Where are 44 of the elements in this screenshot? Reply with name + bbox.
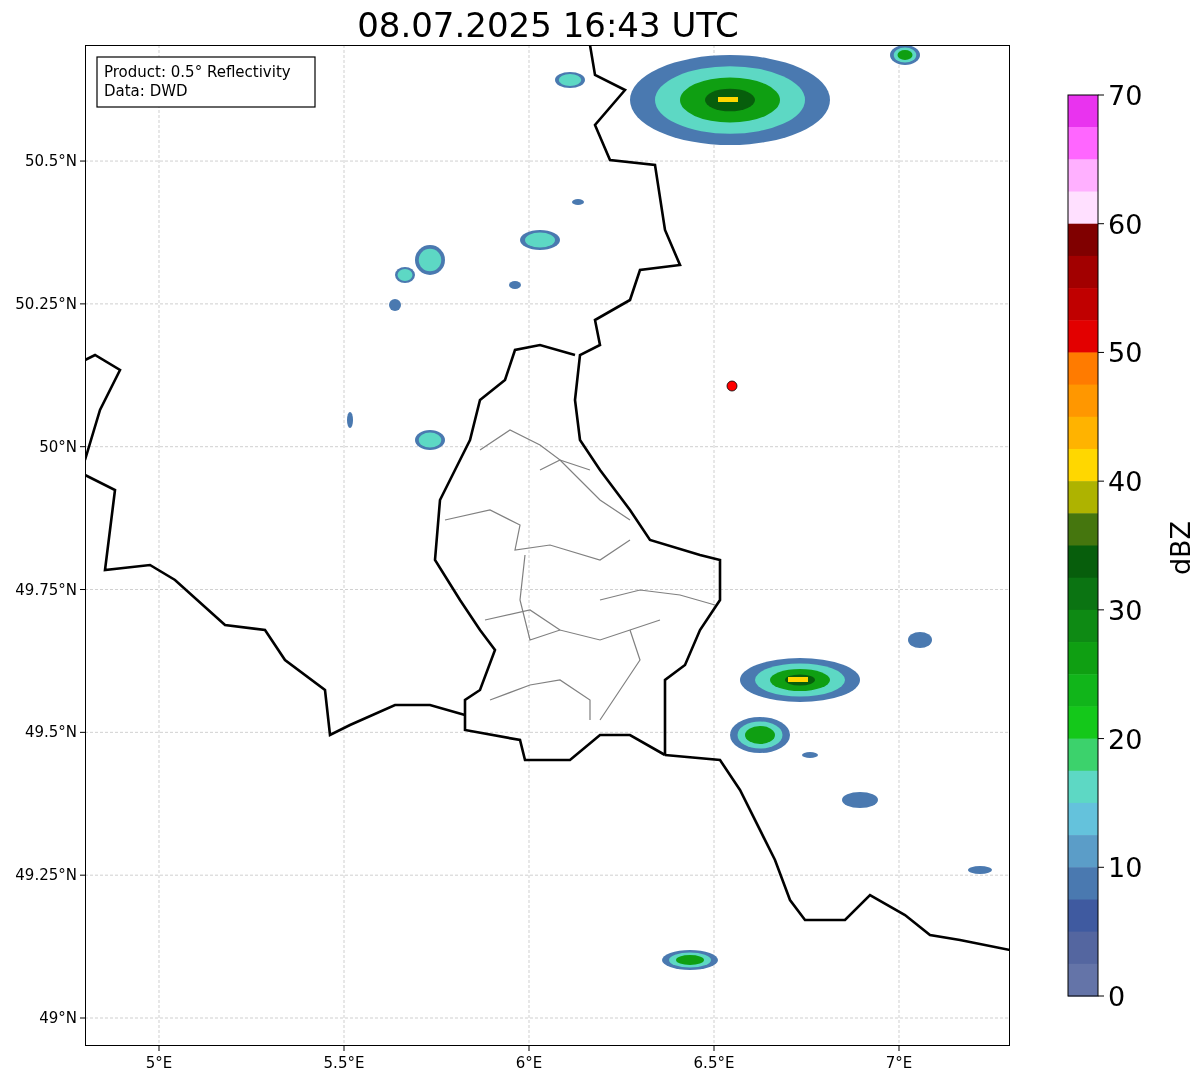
axis-tick-label: 49.75°N — [15, 580, 77, 599]
info-text: Data: DWD — [104, 82, 188, 100]
tick-mark — [898, 1045, 900, 1052]
colorbar-tick-label: 60 — [1108, 208, 1143, 240]
tick-mark — [1097, 995, 1105, 997]
figure-title: 08.07.2025 16:43 UTC — [357, 5, 739, 45]
colorbar-tick-label: 70 — [1108, 80, 1143, 111]
colorbar-label: dBZ — [1165, 520, 1196, 576]
axis-tick-label: 49.25°N — [15, 866, 77, 885]
tick-mark — [1097, 223, 1105, 225]
axis-tick-label: 5°E — [145, 1054, 173, 1072]
tick-mark — [79, 589, 86, 591]
axis-tick-label: 6.5°E — [693, 1054, 735, 1072]
tick-mark — [343, 1045, 345, 1052]
axis-tick-label: 7°E — [885, 1054, 913, 1072]
axis-tick-label: 5.5°E — [323, 1054, 365, 1072]
tick-mark — [1097, 609, 1105, 611]
tick-mark — [1097, 94, 1105, 96]
colorbar-tick-label: 30 — [1108, 594, 1143, 626]
colorbar-tick-label: 20 — [1108, 723, 1143, 755]
tick-mark — [1097, 351, 1105, 353]
tick-mark — [1097, 866, 1105, 868]
colorbar-tick-label: 10 — [1108, 852, 1143, 884]
tick-mark — [79, 303, 86, 305]
axis-tick-label: 50.25°N — [15, 294, 77, 313]
colorbar-tick-label: 40 — [1108, 466, 1143, 498]
tick-mark — [79, 446, 86, 448]
info-text: Product: 0.5° Reflectivity — [104, 63, 291, 81]
axis-tick-label: 49°N — [39, 1009, 77, 1027]
colorbar-tick-label: 50 — [1108, 337, 1143, 369]
tick-mark — [79, 160, 86, 162]
tick-mark — [79, 731, 86, 733]
tick-mark — [1097, 738, 1105, 740]
axis-tick-label: 50°N — [39, 437, 77, 456]
axis-tick-label: 50.5°N — [24, 152, 77, 171]
tick-mark — [1097, 480, 1105, 482]
axis-tick-label: 49.5°N — [24, 723, 77, 742]
axis-tick-label: 6°E — [515, 1054, 543, 1072]
tick-mark — [79, 1017, 86, 1019]
colorbar-tick-label: 0 — [1108, 981, 1126, 1012]
tick-mark — [158, 1045, 160, 1052]
tick-mark — [528, 1045, 530, 1052]
tick-mark — [713, 1045, 715, 1052]
tick-mark — [79, 874, 86, 876]
